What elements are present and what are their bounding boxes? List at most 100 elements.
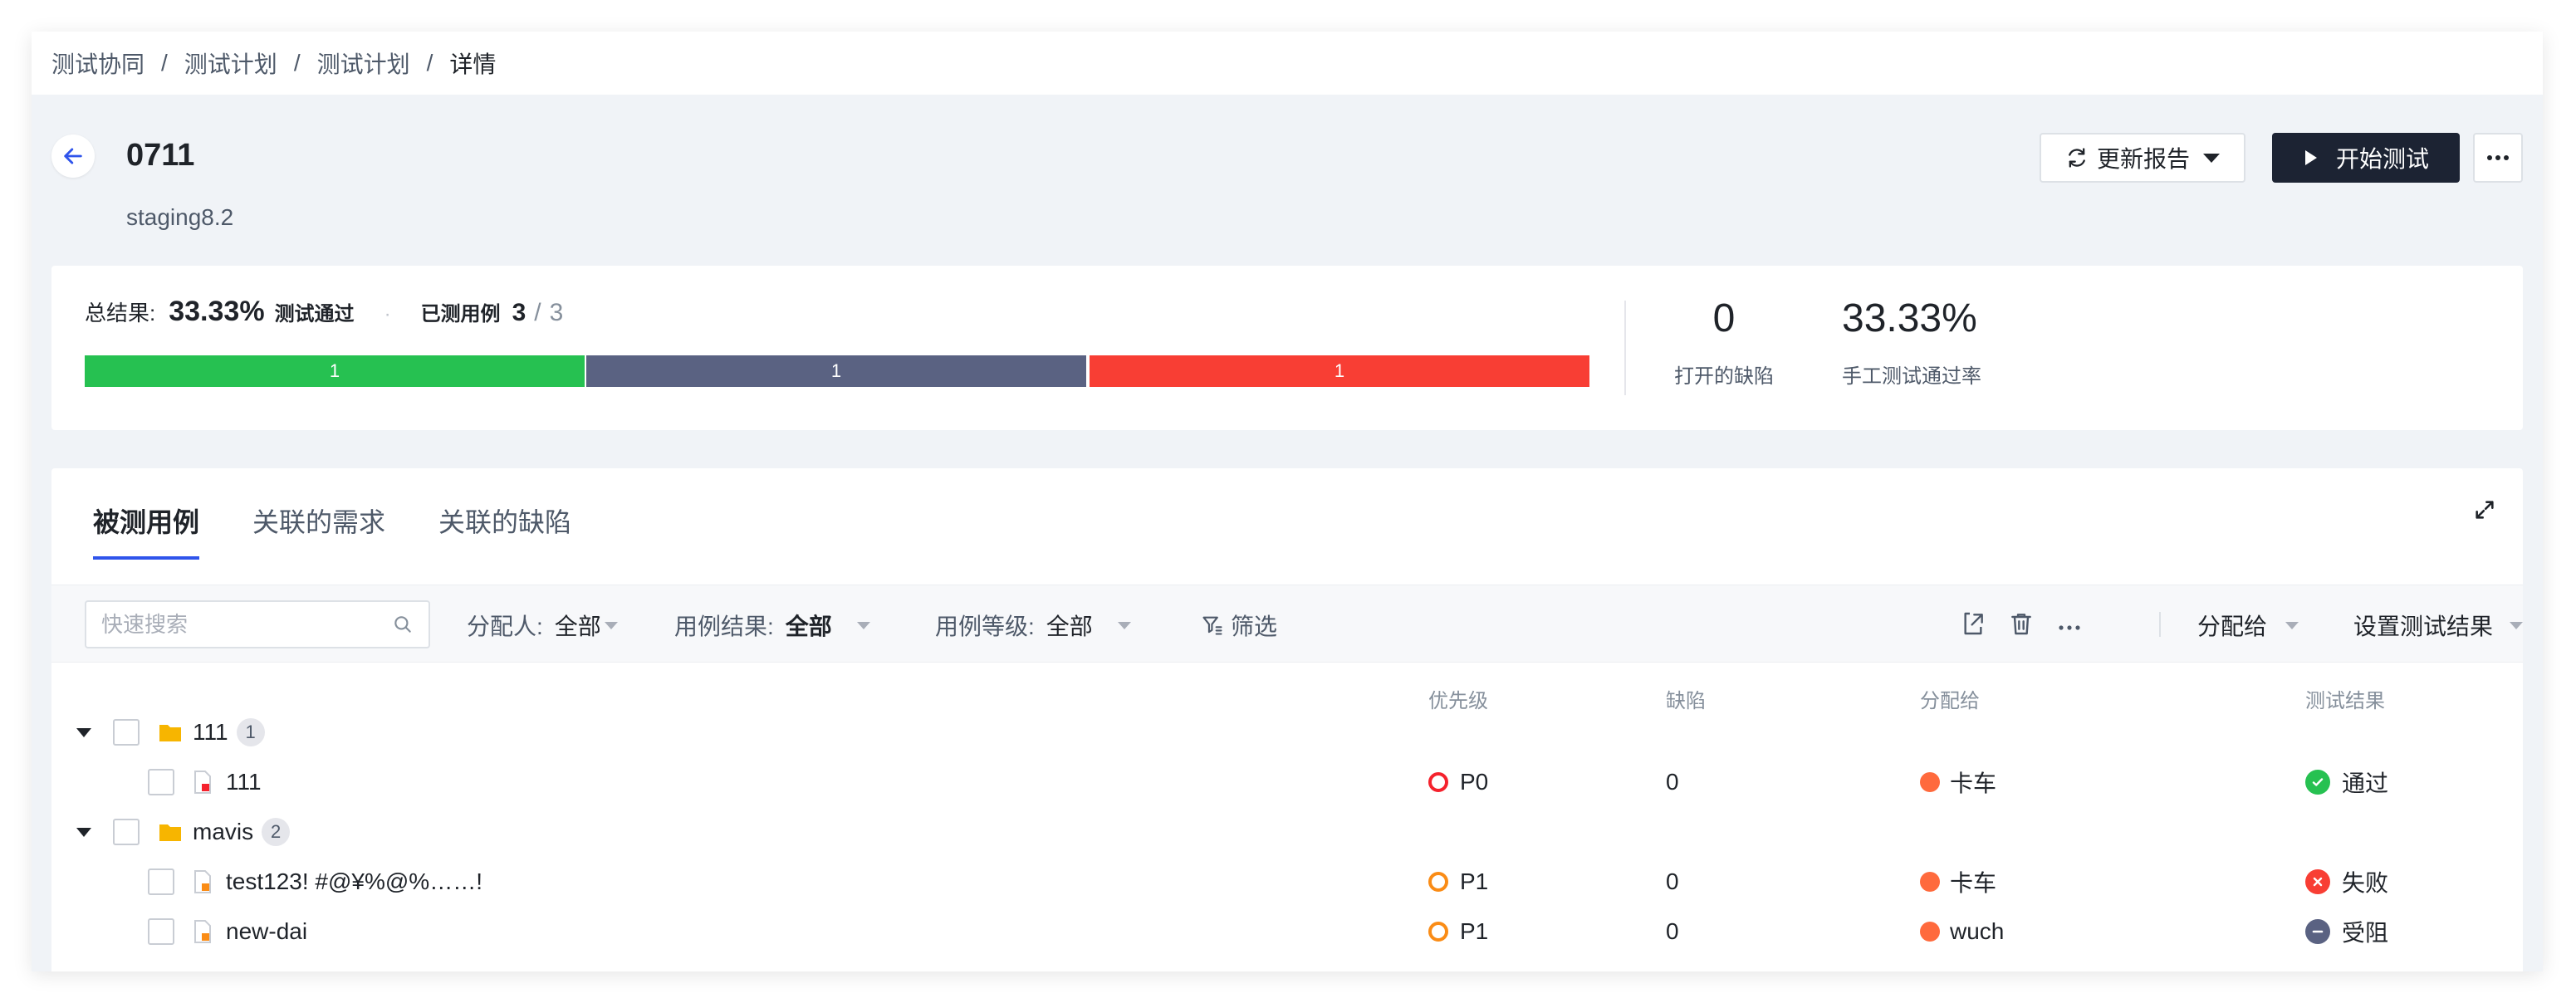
- breadcrumb-separator: /: [161, 50, 168, 76]
- progress-blocked-label: 1: [830, 360, 842, 381]
- search-box[interactable]: [85, 600, 430, 648]
- level-filter[interactable]: 用例等级: 全部: [935, 609, 1131, 642]
- caret-down-icon: [76, 827, 91, 837]
- expand-icon[interactable]: [2473, 498, 2496, 526]
- summary-card: 总结果: 33.33% 测试通过 · 已测用例 3 / 3 1 1 1 0 打开…: [51, 266, 2523, 430]
- row-checkbox[interactable]: [148, 918, 174, 945]
- tab-linked-defects[interactable]: 关联的缺陷: [438, 468, 571, 560]
- case-result[interactable]: 失败: [2342, 865, 2388, 898]
- result-progress-bar: 1 1 1: [85, 355, 1589, 387]
- move-icon[interactable]: [1960, 610, 1986, 641]
- back-button[interactable]: [51, 135, 95, 178]
- case-name[interactable]: test123! #@¥%@%……!: [226, 868, 482, 895]
- level-filter-value: 全部: [1046, 614, 1093, 639]
- progress-pass-segment[interactable]: 1: [85, 355, 585, 387]
- result-filter[interactable]: 用例结果: 全部: [674, 609, 870, 642]
- more-actions-button[interactable]: [2473, 133, 2523, 183]
- assign-to-dropdown[interactable]: 分配给: [2197, 609, 2299, 642]
- back-arrow-icon: [64, 148, 82, 164]
- table-row-case[interactable]: 111 P0 0 卡车 通过: [51, 757, 2523, 807]
- filter-divider: [2159, 612, 2161, 637]
- row-checkbox[interactable]: [148, 769, 174, 795]
- row-checkbox[interactable]: [113, 819, 140, 845]
- breadcrumb-item-2[interactable]: 测试计划: [184, 46, 277, 80]
- start-test-label: 开始测试: [2335, 146, 2429, 172]
- avatar: [1920, 922, 1940, 942]
- priority-p1-icon: [1428, 922, 1448, 942]
- minus-icon: [2305, 919, 2330, 944]
- case-name[interactable]: 111: [226, 769, 262, 795]
- table-row-folder[interactable]: mavis 2: [51, 807, 2523, 857]
- table-row-case[interactable]: new-dai P1 0 wuch 受阻: [51, 907, 2523, 957]
- summary-line: 总结果: 33.33% 测试通过 · 已测用例 3 / 3: [85, 296, 563, 328]
- case-name[interactable]: new-dai: [226, 918, 307, 945]
- open-defects-stat: 0 打开的缺陷: [1674, 296, 1774, 389]
- expand-toggle[interactable]: [76, 807, 91, 857]
- tested-slash: /: [534, 299, 541, 326]
- open-defects-value: 0: [1712, 296, 1736, 340]
- case-file-icon: [194, 771, 211, 794]
- result-filter-label: 用例结果:: [674, 614, 774, 639]
- progress-pass-label: 1: [329, 360, 340, 381]
- progress-failed-segment[interactable]: 1: [1090, 355, 1589, 387]
- folder-name: mavis: [193, 819, 254, 844]
- caret-down-icon: [2510, 621, 2524, 629]
- avatar: [1920, 772, 1940, 792]
- filter-button[interactable]: 筛选: [1201, 609, 1277, 642]
- tested-count: 3: [512, 299, 526, 326]
- progress-blocked-segment[interactable]: 1: [586, 355, 1086, 387]
- folder-icon: [159, 824, 181, 841]
- open-defects-label: 打开的缺陷: [1674, 365, 1774, 388]
- manual-pass-rate-value: 33.33%: [1842, 296, 1977, 340]
- breadcrumb-item-3[interactable]: 测试计划: [317, 46, 410, 80]
- folder-name: 111: [193, 719, 228, 745]
- case-priority: P0: [1460, 769, 1489, 795]
- breadcrumb-separator: /: [293, 50, 301, 76]
- case-assignee[interactable]: 卡车: [1950, 865, 1996, 898]
- caret-down-icon: [2285, 621, 2299, 629]
- assignee-filter[interactable]: 分配人: 全部: [467, 609, 618, 642]
- page-subtitle: staging8.2: [126, 204, 234, 230]
- tab-linked-requirements[interactable]: 关联的需求: [252, 468, 385, 560]
- start-test-button[interactable]: 开始测试: [2272, 133, 2460, 183]
- progress-failed-label: 1: [1334, 360, 1345, 381]
- tab-tested-cases[interactable]: 被测用例: [93, 468, 200, 560]
- test-cases-panel: 被测用例 关联的需求 关联的缺陷 分配人: 全部 用例结果: 全部: [51, 468, 2524, 971]
- breadcrumb-current: 详情: [449, 51, 497, 77]
- expand-toggle[interactable]: [76, 707, 91, 757]
- refresh-report-button[interactable]: 更新报告: [2040, 133, 2245, 183]
- search-icon: [394, 616, 411, 633]
- table-row-folder[interactable]: 111 1: [51, 707, 2523, 757]
- table-row-case[interactable]: test123! #@¥%@%……! P1 0 卡车 失败: [51, 857, 2523, 907]
- case-file-icon: [194, 920, 211, 943]
- case-assignee[interactable]: wuch: [1950, 918, 2004, 945]
- search-input[interactable]: [101, 611, 392, 638]
- manual-pass-rate-stat: 33.33% 手工测试通过率: [1842, 296, 1981, 389]
- case-priority: P1: [1460, 868, 1489, 894]
- caret-down-icon: [604, 621, 618, 629]
- row-checkbox[interactable]: [148, 868, 174, 895]
- caret-down-icon: [76, 727, 91, 737]
- trash-icon[interactable]: [2008, 610, 2035, 641]
- tab-bar: 被测用例 关联的需求 关联的缺陷: [93, 468, 571, 560]
- case-result[interactable]: 受阻: [2342, 915, 2388, 948]
- manual-pass-rate-label: 手工测试通过率: [1842, 365, 1981, 388]
- assign-to-label: 分配给: [2197, 614, 2268, 639]
- priority-p0-icon: [1428, 772, 1448, 792]
- total-count: 3: [549, 299, 564, 326]
- more-icon: [2487, 155, 2509, 160]
- set-result-dropdown[interactable]: 设置测试结果: [2353, 609, 2524, 642]
- result-filter-value: 全部: [785, 614, 832, 639]
- caret-down-icon: [1117, 621, 1131, 629]
- case-assignee[interactable]: 卡车: [1950, 766, 1996, 799]
- check-icon: [2305, 770, 2330, 795]
- breadcrumb-item-1[interactable]: 测试协同: [51, 46, 144, 80]
- more-icon[interactable]: [2058, 620, 2081, 635]
- case-result[interactable]: 通过: [2342, 766, 2388, 799]
- row-checkbox[interactable]: [113, 719, 140, 746]
- summary-divider: [1624, 301, 1626, 395]
- play-icon: [2304, 150, 2317, 165]
- breadcrumb: 测试协同 / 测试计划 / 测试计划 / 详情: [32, 32, 2543, 95]
- avatar: [1920, 872, 1940, 892]
- page-title: 0711: [126, 138, 195, 173]
